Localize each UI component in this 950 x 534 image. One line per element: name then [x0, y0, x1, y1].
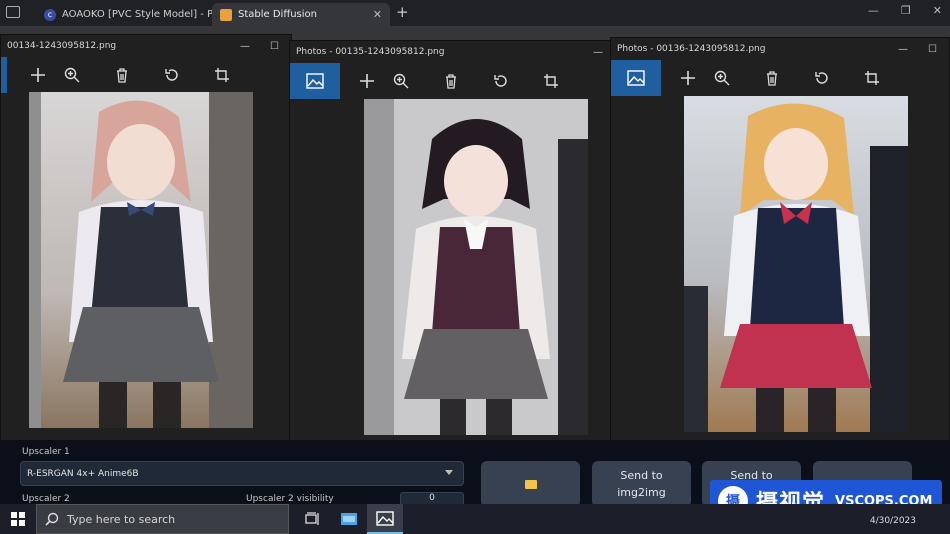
view-tab[interactable]: [290, 63, 340, 99]
desktop: c AOAOKO [PVC Style Model] - PVC ✕ Stabl…: [0, 0, 950, 534]
window-title: Photos - 00135-1243095812.png —: [290, 41, 615, 63]
window-title-text: Photos - 00135-1243095812.png: [296, 47, 445, 57]
crop-icon[interactable]: [205, 58, 239, 92]
tab-title: AOAOKO [PVC Style Model] - PVC: [62, 9, 212, 20]
button-line-1: Send to: [620, 469, 663, 482]
close-icon[interactable]: ✕: [933, 4, 942, 17]
maximize-icon[interactable]: ☐: [928, 44, 937, 55]
window-title: 00134-1243095812.png — ☐: [1, 35, 291, 57]
upscaler1-select[interactable]: R-ESRGAN 4x+ Anime6B: [20, 461, 464, 486]
photos-toolbar: [1, 57, 291, 93]
add-icon[interactable]: [350, 64, 384, 98]
upscaler2-label: Upscaler 2: [22, 494, 70, 504]
photo-image: [684, 96, 908, 432]
add-icon[interactable]: [21, 58, 55, 92]
rotate-icon[interactable]: [155, 58, 189, 92]
new-tab-button[interactable]: +: [396, 3, 409, 21]
tab-title: Stable Diffusion: [238, 9, 318, 20]
rotate-icon[interactable]: [484, 64, 518, 98]
zoom-icon[interactable]: [55, 58, 89, 92]
minimize-icon[interactable]: —: [868, 4, 879, 17]
upscaler1-label: Upscaler 1: [22, 447, 70, 457]
tab-stable-diffusion[interactable]: Stable Diffusion ✕: [212, 3, 390, 26]
browser-tab-strip: c AOAOKO [PVC Style Model] - PVC ✕ Stabl…: [0, 0, 950, 26]
search-icon: [45, 512, 59, 526]
photos-window-2[interactable]: Photos - 00135-1243095812.png —: [289, 40, 616, 458]
minimize-icon[interactable]: —: [593, 47, 603, 58]
photos-window-3[interactable]: Photos - 00136-1243095812.png — ☐: [610, 37, 950, 455]
crop-icon[interactable]: [534, 64, 568, 98]
photo-image: [29, 92, 253, 428]
folder-icon: [524, 479, 537, 489]
zoom-icon[interactable]: [705, 61, 739, 95]
button-line-2: img2img: [617, 486, 666, 499]
delete-icon[interactable]: [434, 64, 468, 98]
window-controls: — ❐ ✕: [868, 4, 942, 17]
photos-toolbar: [611, 60, 949, 96]
windows-icon: [11, 512, 25, 526]
taskbar-search[interactable]: Type here to search: [36, 504, 289, 534]
add-icon[interactable]: [671, 61, 705, 95]
start-button[interactable]: [0, 504, 36, 534]
view-tab[interactable]: [611, 60, 661, 96]
photo-image: [364, 99, 588, 435]
upscaler2-visibility-label: Upscaler 2 visibility: [246, 494, 334, 504]
restore-icon[interactable]: ❐: [901, 4, 911, 17]
crop-icon[interactable]: [855, 61, 889, 95]
maximize-icon[interactable]: ☐: [270, 41, 279, 52]
civitai-icon: c: [44, 8, 56, 21]
stable-diffusion-icon: [220, 8, 232, 21]
upscaler1-value: R-ESRGAN 4x+ Anime6B: [27, 468, 139, 479]
search-placeholder: Type here to search: [67, 512, 176, 526]
window-title: Photos - 00136-1243095812.png — ☐: [611, 38, 949, 60]
chevron-down-icon: [445, 470, 453, 475]
send-to-img2img-button[interactable]: Send to img2img: [592, 461, 691, 507]
photos-toolbar: [290, 63, 615, 99]
rotate-icon[interactable]: [805, 61, 839, 95]
tray-date: 4/30/2023: [869, 516, 916, 526]
tab-aoaoko[interactable]: c AOAOKO [PVC Style Model] - PVC ✕: [36, 3, 212, 26]
minimize-icon[interactable]: —: [240, 41, 250, 52]
minimize-icon[interactable]: —: [898, 44, 908, 55]
taskbar: Type here to search: [0, 504, 950, 534]
window-title-text: Photos - 00136-1243095812.png: [617, 44, 766, 54]
taskbar-app-icon[interactable]: [331, 504, 367, 534]
open-folder-button[interactable]: [481, 461, 580, 507]
delete-icon[interactable]: [105, 58, 139, 92]
photos-app-icon[interactable]: [367, 504, 403, 534]
photos-window-1[interactable]: 00134-1243095812.png — ☐: [0, 34, 292, 452]
tab-actions-icon[interactable]: [6, 6, 20, 18]
delete-icon[interactable]: [755, 61, 789, 95]
view-tab-indicator[interactable]: [1, 57, 7, 93]
task-view-icon[interactable]: [295, 504, 331, 534]
close-icon[interactable]: ✕: [367, 8, 382, 21]
zoom-icon[interactable]: [384, 64, 418, 98]
window-title-text: 00134-1243095812.png: [7, 41, 117, 51]
